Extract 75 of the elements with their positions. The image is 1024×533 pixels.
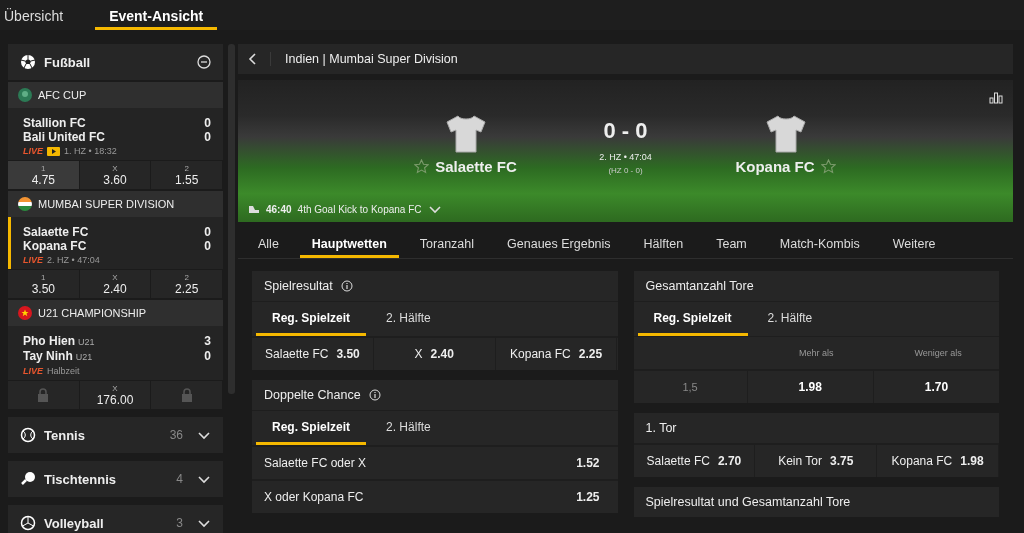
column-header: Mehr als [798,348,835,358]
live-label: LIVE [23,255,43,265]
live-label: LIVE [23,366,43,376]
paddle-icon [20,471,36,487]
team-score: 3 [204,334,211,349]
star-icon[interactable] [820,159,836,174]
team-name: Kopana FC [23,239,87,253]
team-score: 0 [204,239,211,253]
team-name: Bali United FC [23,130,105,144]
column-header: Weniger als [913,348,963,358]
match-score: 0 - 0 [603,118,648,144]
stats-icon[interactable] [989,92,1003,104]
flag-icon [18,306,32,320]
market-tab[interactable]: Toranzahl [407,225,487,258]
odds-button[interactable]: 1 4.75 [8,161,80,189]
back-icon[interactable] [248,52,271,66]
market-tab[interactable]: Match-Kombis [767,225,872,258]
market-title: Spielresultat [264,279,333,293]
away-team: Kopana FC [735,158,815,175]
goal-line: 1,5 [682,381,698,393]
market-title: Spielresultat und Gesamtanzahl Tore [645,495,851,509]
home-team: Salaette FC [435,158,517,175]
sport-name[interactable]: Fußball [44,54,189,70]
team-name: Pho Hien U21 [23,334,95,349]
market-tab[interactable]: Weitere [880,225,948,258]
match-clock: 2. HZ • 47:04 [599,152,652,162]
lock-icon [180,388,193,402]
view-tab[interactable]: Event-Ansicht [95,0,218,30]
market-title: Doppelte Chance [264,388,361,402]
halftime-score: (HZ 0 - 0) [608,166,643,175]
period-tab[interactable]: Reg. Spielzeit [637,302,748,336]
sport-name[interactable]: Tennis [44,427,162,443]
market-tab[interactable]: Genaues Ergebnis [495,225,623,258]
market-tab[interactable]: Team [704,225,759,258]
period-tab[interactable]: 2. Hälfte [751,302,829,336]
period-tab[interactable]: 2. Hälfte [370,411,447,445]
soccer-ball-icon [20,54,36,70]
event-count: 36 [169,428,183,442]
lock-icon [37,388,50,402]
flag-icon [18,88,32,102]
team-name: Salaette FC [23,225,89,239]
match-status: Halbzeit [47,366,80,376]
event-count: 4 [176,472,183,486]
sport-name[interactable]: Tischtennis [44,471,169,487]
team-score: 0 [204,225,211,239]
view-tab[interactable]: Übersicht [4,0,82,30]
event-time: 46:40 [266,203,292,215]
market-title: 1. Tor [645,421,677,435]
info-icon[interactable] [340,280,353,292]
away-shirt-icon [764,114,807,154]
event-count: 3 [176,516,183,530]
tennis-ball-icon [20,427,36,443]
flag-icon [18,197,32,211]
market-tab[interactable]: Alle [246,225,291,258]
team-score: 0 [204,130,211,144]
live-label: LIVE [23,146,43,156]
market-tab[interactable]: Hälften [631,225,696,258]
volleyball-icon [20,515,36,531]
league-name[interactable]: AFC CUP [38,89,87,101]
period-tab[interactable]: 2. Hälfte [370,302,447,336]
team-score: 0 [204,116,211,130]
home-shirt-icon [444,114,487,154]
market-title: Gesamtanzahl Tore [645,279,754,293]
team-name: Tay Ninh U21 [23,349,93,364]
match-status: 1. HZ • 18:32 [64,146,117,156]
breadcrumb: Indien | Mumbai Super Division [285,52,458,66]
event-text: 4th Goal Kick to Kopana FC [297,203,422,215]
collapse-icon[interactable] [197,55,211,69]
team-score: 0 [204,349,211,364]
market-tab[interactable]: Hauptwetten [299,225,399,258]
info-icon[interactable] [368,389,381,401]
sport-name[interactable]: Volleyball [44,515,169,531]
team-name: Stallion FC [23,116,86,130]
match-status: 2. HZ • 47:04 [47,255,100,265]
star-icon[interactable] [414,159,430,174]
